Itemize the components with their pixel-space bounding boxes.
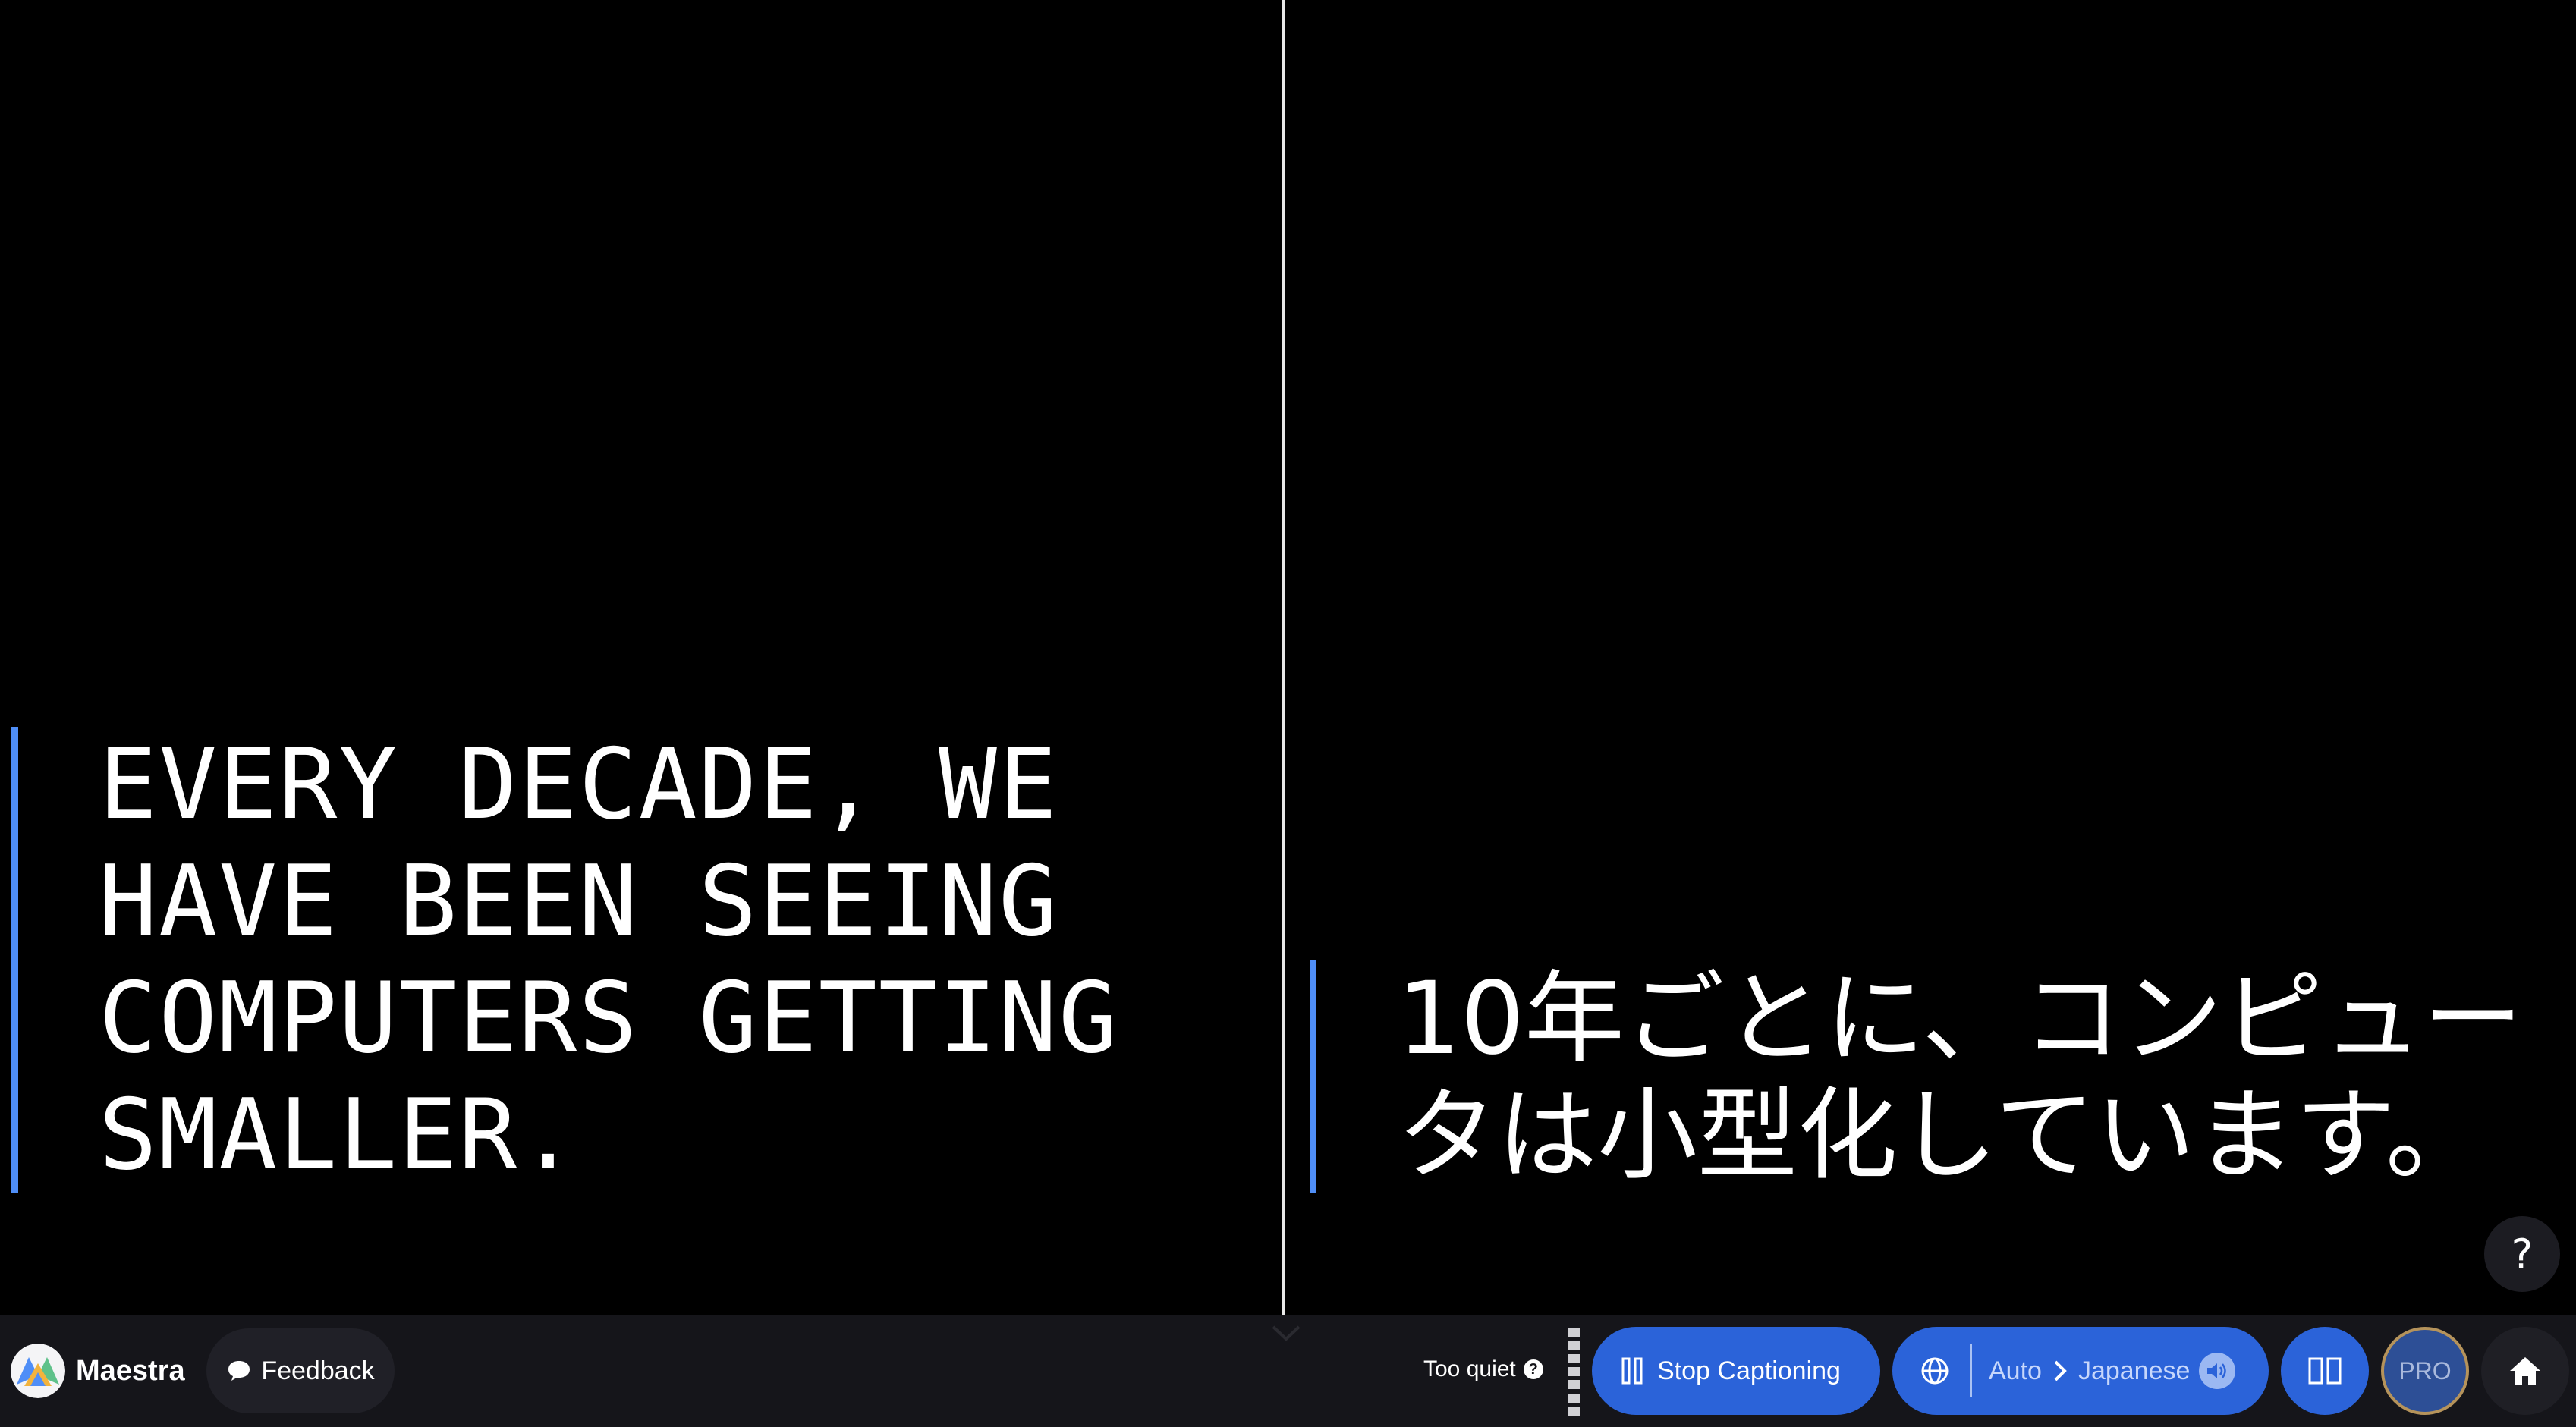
brand-name: Maestra <box>76 1354 185 1387</box>
help-button[interactable]: ? <box>2484 1216 2560 1292</box>
stop-captioning-button[interactable]: Stop Captioning <box>1592 1327 1880 1415</box>
translated-caption-text: 10年ごとに、コンピュータは小型化しています。 <box>1397 960 2524 1194</box>
help-label: ? <box>2511 1230 2534 1278</box>
audio-status-text: Too quiet <box>1423 1356 1516 1381</box>
maestra-logo-icon <box>11 1344 65 1398</box>
feedback-button[interactable]: Feedback <box>206 1328 395 1413</box>
home-button[interactable] <box>2481 1327 2569 1415</box>
audio-level-status: Too quiet ? <box>1423 1356 1543 1382</box>
brand[interactable]: Maestra <box>11 1344 185 1398</box>
source-language[interactable]: Auto <box>1989 1356 2042 1386</box>
feedback-label: Feedback <box>261 1356 375 1385</box>
audio-level-meter <box>1568 1328 1580 1416</box>
source-caption-block: EVERY DECADE, WE HAVE BEEN SEEING COMPUT… <box>11 727 1256 1193</box>
caption-stage: EVERY DECADE, WE HAVE BEEN SEEING COMPUT… <box>0 0 2576 1315</box>
pro-label: PRO <box>2398 1356 2452 1385</box>
chevron-right-icon <box>2054 1360 2067 1381</box>
translated-caption-pane: 10年ごとに、コンピュータは小型化しています。 <box>1285 0 2576 1315</box>
audio-status-help-icon[interactable]: ? <box>1523 1359 1543 1379</box>
translated-caption-block: 10年ごとに、コンピュータは小型化しています。 <box>1310 960 2554 1194</box>
pro-badge[interactable]: PRO <box>2381 1327 2469 1415</box>
home-icon <box>2510 1357 2540 1385</box>
speaker-icon[interactable] <box>2199 1353 2236 1389</box>
language-divider <box>1970 1344 1972 1397</box>
language-selector[interactable]: Auto Japanese <box>1892 1327 2269 1415</box>
source-caption-pane: EVERY DECADE, WE HAVE BEEN SEEING COMPUT… <box>0 0 1282 1315</box>
split-view-icon <box>2308 1357 2342 1385</box>
source-caption-text: EVERY DECADE, WE HAVE BEEN SEEING COMPUT… <box>99 728 1119 1192</box>
chat-bubble-icon <box>228 1361 250 1381</box>
split-view-button[interactable] <box>2281 1327 2369 1415</box>
globe-icon <box>1921 1357 1949 1385</box>
stop-captioning-label: Stop Captioning <box>1657 1356 1841 1385</box>
target-language[interactable]: Japanese <box>2078 1356 2190 1386</box>
pause-icon <box>1621 1357 1643 1385</box>
chevron-down-icon[interactable] <box>1270 1324 1302 1342</box>
